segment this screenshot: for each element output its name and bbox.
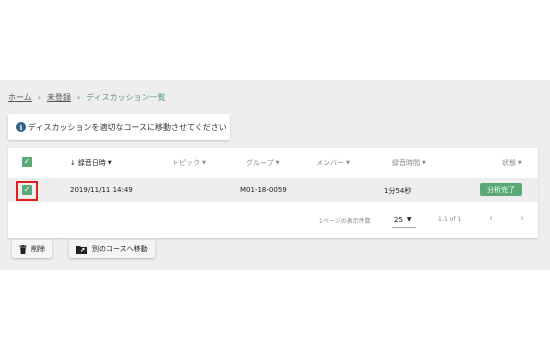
rows-per-page-value: 25 xyxy=(394,215,403,224)
folder-move-icon xyxy=(76,245,87,254)
rows-per-page-label: 1ページの表示件数 xyxy=(319,218,371,225)
column-status-label: 状態 xyxy=(502,159,516,167)
column-group[interactable]: グループ ▼ xyxy=(246,158,279,168)
select-all-checkbox[interactable]: ✓ xyxy=(22,157,32,167)
delete-label: 削除 xyxy=(31,245,45,253)
column-status[interactable]: 状態 ▼ xyxy=(502,158,522,168)
column-recorded-at[interactable]: ↓ 録音日時 ▼ xyxy=(70,158,112,168)
discussion-table: ✓ ↓ 録音日時 ▼ トピック ▼ グループ ▼ メンバー ▼ 録音時間 ▼ 状… xyxy=(8,148,538,238)
move-course-button[interactable]: 別のコースへ移動 xyxy=(69,240,155,258)
column-recorded-at-label: 録音日時 xyxy=(77,159,106,167)
column-group-label: グループ xyxy=(246,159,274,167)
delete-button[interactable]: 削除 xyxy=(12,240,52,258)
breadcrumb-separator: › xyxy=(37,93,41,102)
caret-down-icon: ▼ xyxy=(346,160,350,166)
trash-icon xyxy=(19,244,27,254)
caret-down-icon: ▼ xyxy=(202,160,206,166)
breadcrumb-unregistered[interactable]: 未登録 xyxy=(47,92,71,103)
caret-down-icon: ▼ xyxy=(518,160,522,166)
prev-page-icon[interactable]: ‹ xyxy=(489,213,493,224)
notice-banner: i ディスカッションを適切なコースに移動させてください xyxy=(8,114,230,140)
column-topic-label: トピック xyxy=(172,159,200,167)
table-header: ✓ ↓ 録音日時 ▼ トピック ▼ グループ ▼ メンバー ▼ 録音時間 ▼ 状… xyxy=(8,148,538,176)
breadcrumb-current: ディスカッション一覧 xyxy=(86,93,166,102)
column-member-label: メンバー xyxy=(316,159,344,167)
page-range: 1-1 of 1 xyxy=(438,216,462,223)
rows-per-page-select[interactable]: 25 ▼ xyxy=(392,212,416,228)
pagination: 1ページの表示件数 25 ▼ 1-1 of 1 ‹ › xyxy=(8,210,538,230)
column-member[interactable]: メンバー ▼ xyxy=(316,158,350,168)
cell-group: M01-18-0059 xyxy=(240,186,287,194)
breadcrumb: ホーム › 未登録 › ディスカッション一覧 xyxy=(8,92,166,103)
status-badge: 分析完了 xyxy=(480,183,522,196)
caret-down-icon: ▼ xyxy=(107,160,112,166)
info-icon: i xyxy=(16,122,26,132)
highlight-box xyxy=(16,181,38,201)
move-course-label: 別のコースへ移動 xyxy=(92,245,148,253)
column-duration-label: 録音時間 xyxy=(392,159,420,167)
cell-duration: 1分54秒 xyxy=(384,187,412,195)
column-topic[interactable]: トピック ▼ xyxy=(172,158,206,168)
caret-down-icon: ▼ xyxy=(422,160,426,166)
caret-down-icon: ▼ xyxy=(275,160,280,166)
column-duration[interactable]: 録音時間 ▼ xyxy=(392,158,426,168)
sort-arrow-down-icon: ↓ xyxy=(70,159,76,167)
breadcrumb-separator: › xyxy=(76,93,81,102)
table-row[interactable]: ✓ 2019/11/11 14:49 M01-18-0059 1分54秒 分析完… xyxy=(8,178,538,202)
breadcrumb-home[interactable]: ホーム xyxy=(8,92,32,103)
cell-recorded-at: 2019/11/11 14:49 xyxy=(70,186,133,194)
caret-down-icon: ▼ xyxy=(406,216,412,223)
next-page-icon[interactable]: › xyxy=(520,213,524,224)
notice-text: ディスカッションを適切なコースに移動させてください xyxy=(28,122,227,132)
